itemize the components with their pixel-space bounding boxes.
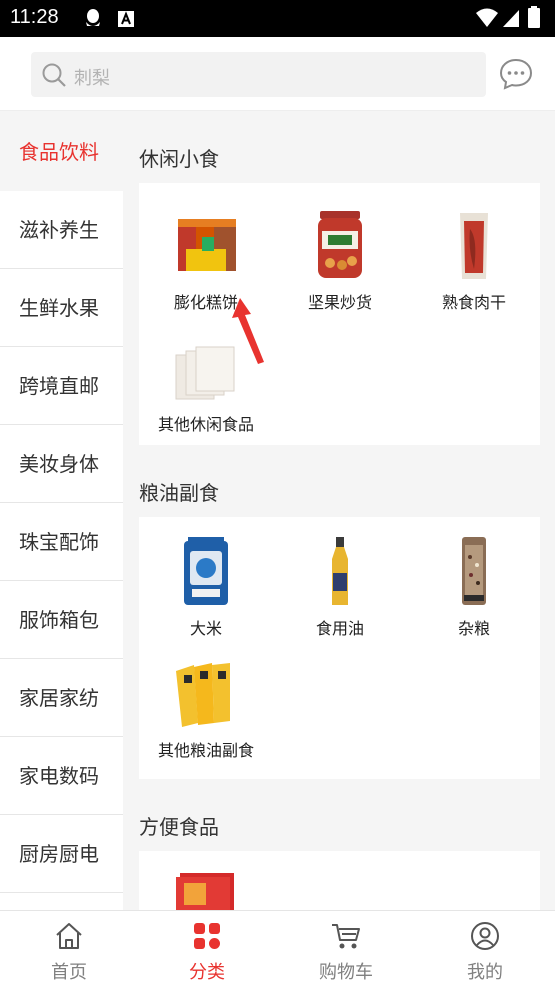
sidebar-item-label: 家电数码: [19, 764, 99, 788]
sidebar-item-fresh-fruit[interactable]: 生鲜水果: [0, 269, 123, 347]
jerky-pack-image: [460, 213, 488, 279]
section-card-grain-oil: 大米 食用油 杂粮 其他粮油副食: [139, 517, 540, 779]
product-nuts[interactable]: 坚果炒货: [273, 209, 407, 312]
text-a-icon: [118, 11, 134, 27]
sidebar-item-more[interactable]: [0, 893, 123, 910]
sidebar-item-label: 生鲜水果: [19, 296, 99, 320]
sidebar-item-label: 滋补养生: [19, 218, 99, 242]
user-icon: [471, 922, 499, 950]
product-name: 坚果炒货: [307, 293, 372, 312]
sidebar-item-jewelry[interactable]: 珠宝配饰: [0, 503, 123, 581]
sidebar-item-home-textile[interactable]: 家居家纺: [0, 659, 123, 737]
sidebar-item-food-drinks[interactable]: 食品饮料: [0, 113, 123, 191]
home-icon: [56, 923, 82, 949]
product-name: 大米: [189, 619, 222, 638]
sidebar-item-label: 家居家纺: [19, 686, 99, 710]
sidebar-item-apparel[interactable]: 服饰箱包: [0, 581, 123, 659]
tab-cart[interactable]: 购物车: [277, 911, 415, 988]
sidebar-item-health[interactable]: 滋补养生: [0, 191, 123, 269]
section-title: 休闲小食: [139, 147, 219, 171]
content-area: 食品饮料 滋补养生 生鲜水果 跨境直邮 美妆身体 珠宝配饰 服饰箱包 家居家纺 …: [0, 111, 555, 910]
header: 刺梨: [0, 37, 555, 111]
search-placeholder: 刺梨: [74, 68, 110, 89]
tab-label: 首页: [51, 962, 87, 983]
product-jerky[interactable]: 熟食肉干: [407, 209, 541, 312]
noodle-packs-image: [176, 663, 230, 727]
sidebar-item-label: 食品饮料: [19, 140, 99, 164]
wifi-icon: [476, 8, 498, 27]
grain-bag-image: [462, 537, 486, 605]
section-title: 方便食品: [139, 815, 219, 839]
tab-label: 购物车: [319, 962, 373, 983]
product-name: 杂粮: [457, 619, 490, 638]
qq-icon: [86, 9, 100, 26]
tab-profile[interactable]: 我的: [416, 911, 554, 988]
sidebar-item-label: 厨房厨电: [19, 842, 99, 866]
signal-icon: [503, 10, 519, 27]
tab-home[interactable]: 首页: [0, 911, 138, 988]
status-bar: 11:28: [0, 0, 555, 37]
section-card-instant-food: [139, 851, 540, 910]
nut-jar-image: [318, 211, 362, 278]
category-icon: [194, 923, 220, 949]
sidebar-item-kitchen[interactable]: 厨房厨电: [0, 815, 123, 893]
sidebar-item-label: 跨境直邮: [19, 374, 99, 398]
tab-label: 我的: [467, 962, 503, 983]
snack-boxes-image: [178, 219, 236, 271]
tab-label: 分类: [189, 962, 225, 983]
product-name: 其他粮油副食: [157, 741, 254, 760]
rice-bag-image: [184, 537, 228, 605]
product-cooking-oil[interactable]: 食用油: [273, 535, 407, 638]
product-instant-food[interactable]: [139, 873, 273, 910]
sidebar-item-label: 服饰箱包: [19, 608, 99, 632]
sidebar-item-electronics[interactable]: 家电数码: [0, 737, 123, 815]
cart-icon: [332, 924, 360, 949]
section-card-snacks: 膨化糕饼 坚果炒货 熟食肉干 其他休闲食品: [139, 183, 540, 445]
category-sidebar: 食品饮料 滋补养生 生鲜水果 跨境直邮 美妆身体 珠宝配饰 服饰箱包 家居家纺 …: [0, 111, 123, 910]
bottom-tab-bar: 首页 分类 购物车 我的: [0, 910, 555, 988]
search-icon: [42, 63, 66, 87]
product-name: 熟食肉干: [441, 293, 506, 312]
status-time: 11:28: [10, 6, 59, 28]
battery-icon: [528, 6, 540, 28]
product-name: 食用油: [315, 619, 364, 638]
sidebar-item-cross-border[interactable]: 跨境直邮: [0, 347, 123, 425]
product-grains[interactable]: 杂粮: [407, 535, 541, 638]
red-package-image: [176, 873, 234, 910]
arrow-annotation: [232, 298, 264, 364]
chat-bubble-icon[interactable]: [499, 57, 533, 91]
product-other-grain-oil[interactable]: 其他粮油副食: [139, 657, 273, 760]
search-bar[interactable]: 刺梨: [31, 52, 486, 97]
oil-bottle-image: [332, 537, 348, 605]
sidebar-item-label: 珠宝配饰: [19, 530, 99, 554]
sidebar-item-label: 美妆身体: [19, 452, 99, 476]
product-name: 其他休闲食品: [157, 415, 254, 434]
tab-category[interactable]: 分类: [138, 911, 276, 988]
section-title: 粮油副食: [139, 481, 219, 505]
sidebar-item-beauty[interactable]: 美妆身体: [0, 425, 123, 503]
product-rice[interactable]: 大米: [139, 535, 273, 638]
